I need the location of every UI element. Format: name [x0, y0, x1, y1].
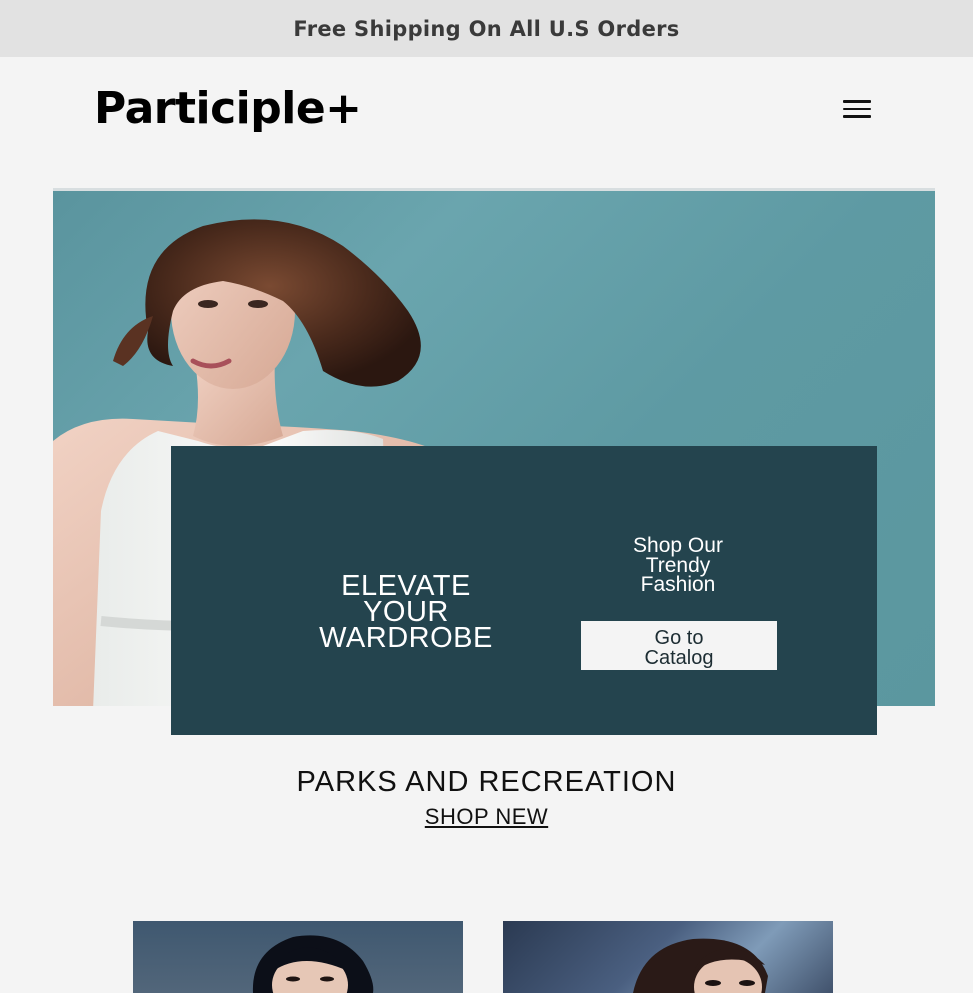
- woman-portrait-photo-2: [633, 938, 768, 993]
- shop-new-link[interactable]: SHOP NEW: [425, 804, 548, 829]
- promo-text: Free Shipping On All U.S Orders: [293, 16, 680, 41]
- site-logo[interactable]: Participle+: [94, 83, 362, 134]
- shop-new-wrapper: SHOP NEW: [0, 804, 973, 830]
- product-card-2[interactable]: [503, 921, 833, 993]
- product-card-1[interactable]: [133, 921, 463, 993]
- section-title: PARKS AND RECREATION: [296, 766, 677, 798]
- hero-subheading: Shop Our Trendy Fashion: [633, 534, 723, 596]
- go-to-catalog-button[interactable]: Go to Catalog: [581, 621, 777, 670]
- woman-portrait-photo-1: [252, 935, 374, 993]
- site-header: Participle+: [0, 57, 973, 187]
- hamburger-menu-icon[interactable]: [843, 97, 875, 121]
- cta-label-line-1: Go to: [654, 626, 704, 649]
- hero-card: ELEVATE YOUR WARDROBE Shop Our Trendy Fa…: [171, 446, 877, 735]
- promo-bar: Free Shipping On All U.S Orders: [0, 0, 973, 57]
- cta-label-line-2: Catalog: [644, 646, 714, 669]
